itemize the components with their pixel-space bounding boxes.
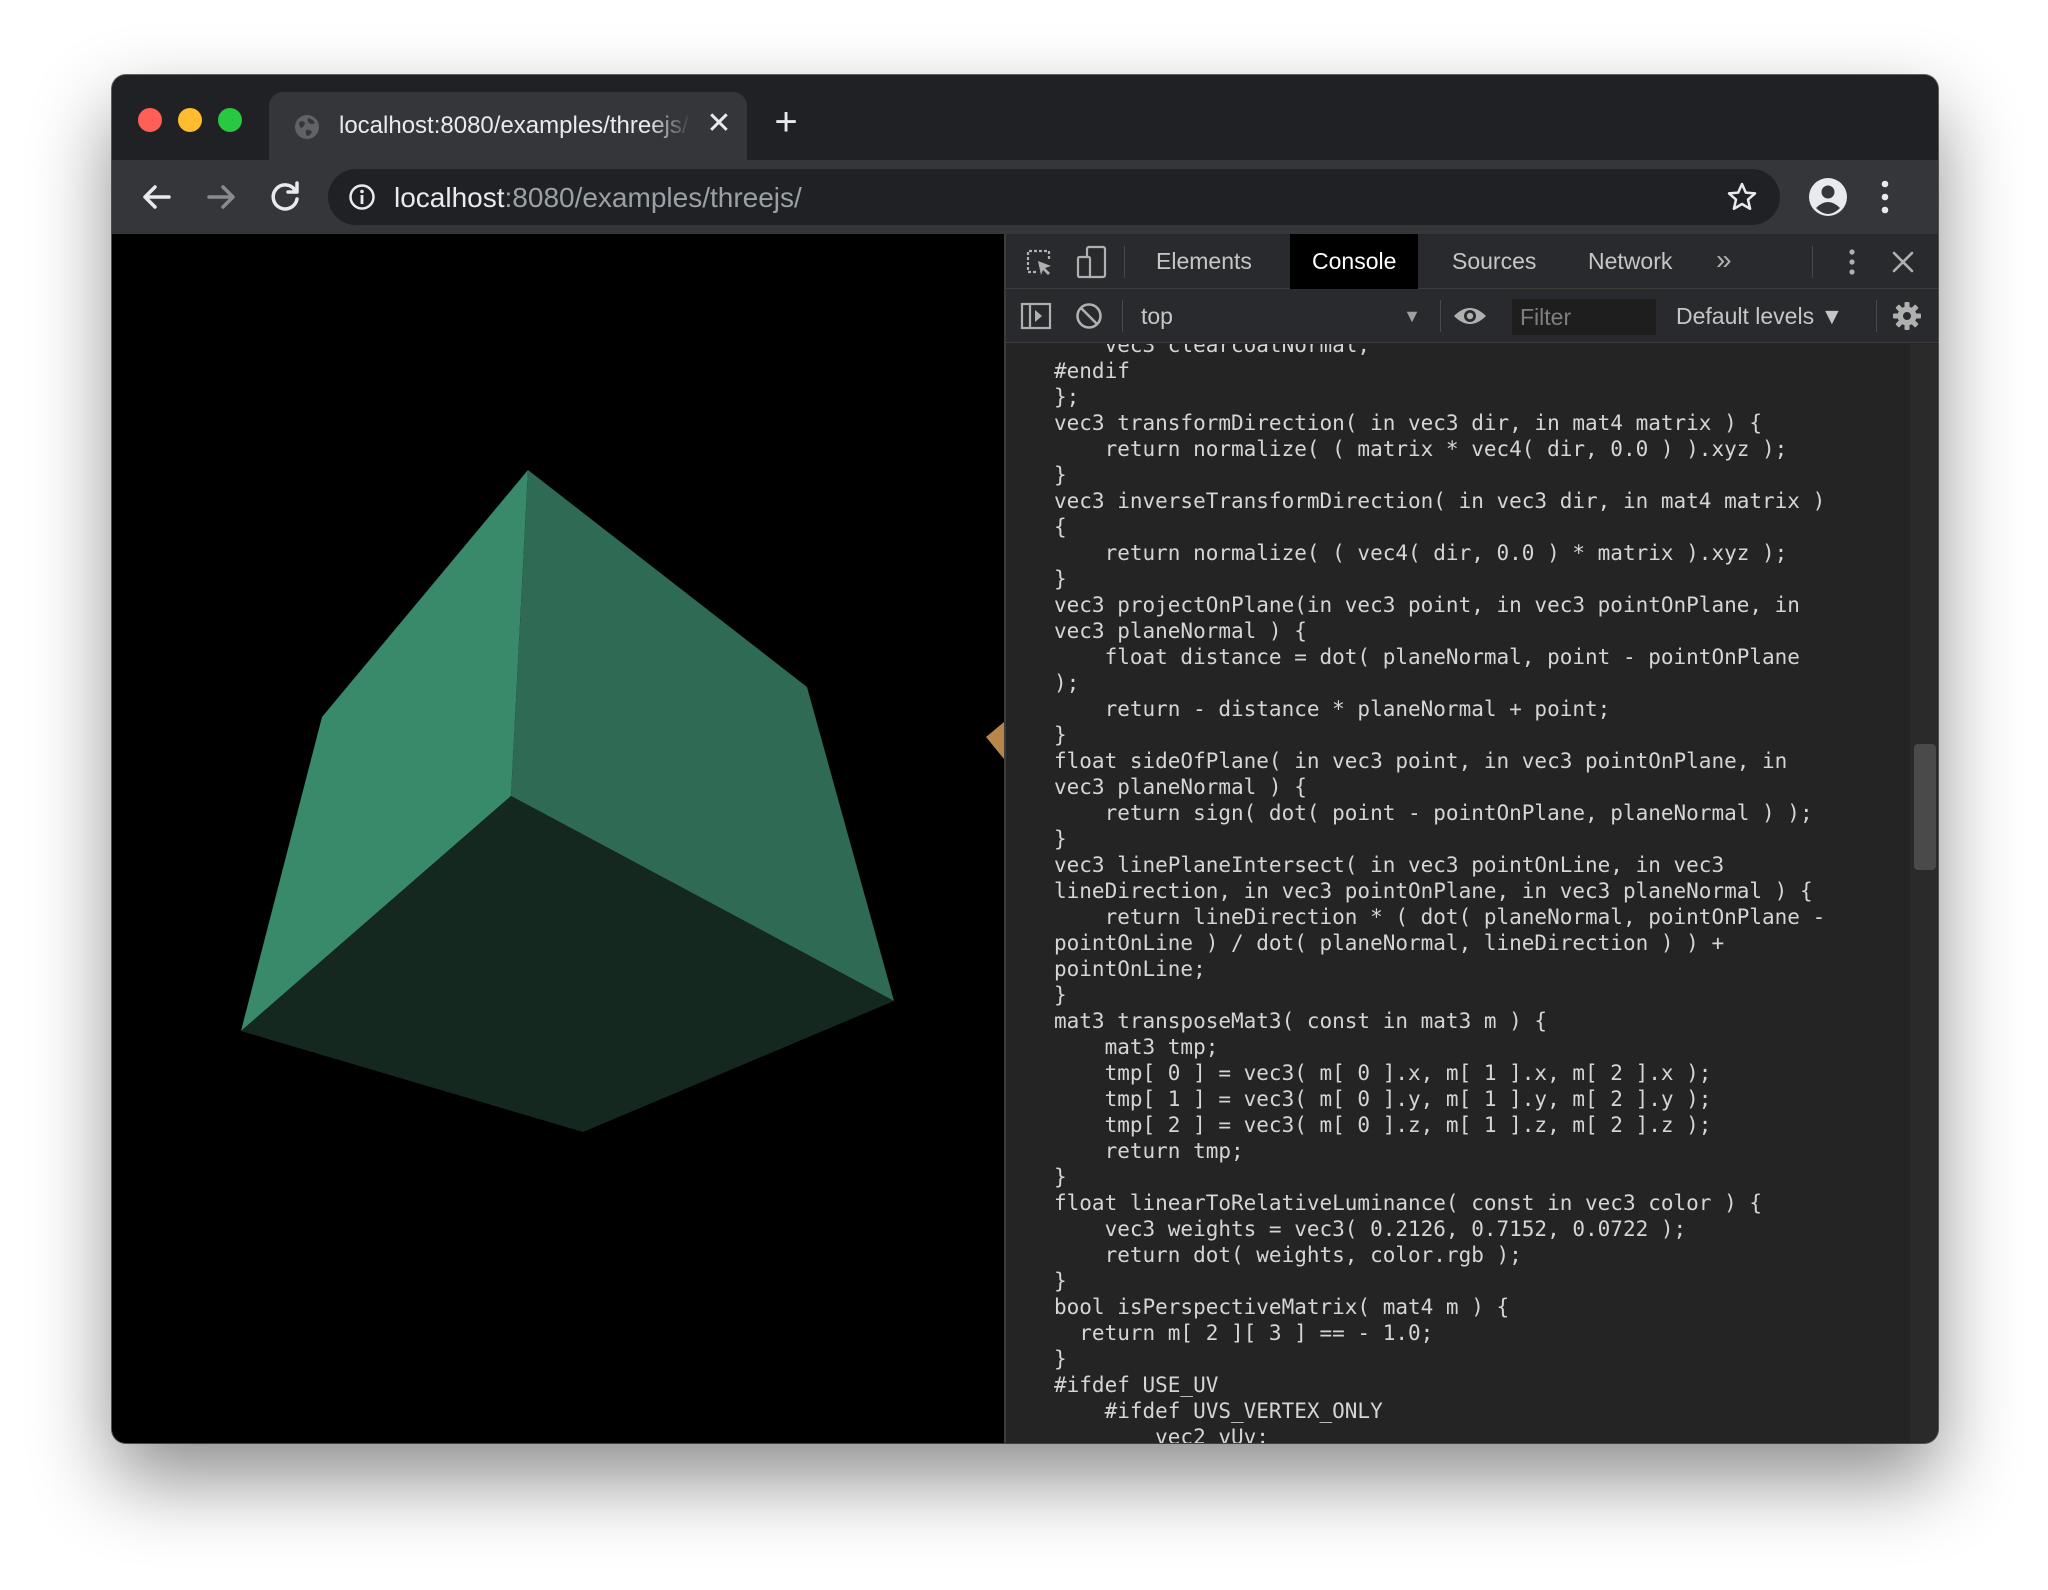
browser-toolbar: localhost:8080/examples/threejs/ [112, 160, 1938, 234]
tab-close-button[interactable]: ✕ [703, 108, 735, 140]
eye-icon[interactable] [1452, 302, 1488, 330]
threejs-scene [241, 470, 1004, 1132]
inspect-element-icon[interactable] [1024, 247, 1054, 277]
tab-sources[interactable]: Sources [1430, 234, 1558, 289]
tab-title: localhost:8080/examples/threejs/ [339, 112, 689, 139]
context-selector[interactable]: top ▼ [1141, 299, 1421, 333]
reload-icon[interactable] [264, 176, 306, 218]
new-tab-button[interactable]: + [768, 102, 804, 142]
forward-arrow-icon[interactable] [200, 176, 242, 218]
window-minimize-button[interactable] [178, 108, 202, 132]
console-message-shader-source: vec3 clearcoatNormal; #endif }; vec3 tra… [1054, 344, 1826, 1443]
context-value: top [1141, 303, 1173, 329]
sidebar-toggle-icon[interactable] [1020, 301, 1052, 331]
tab-network[interactable]: Network [1566, 234, 1694, 289]
devtools-tab-bar: Elements Console Sources Network » [1006, 234, 1938, 289]
url-text[interactable]: localhost:8080/examples/threejs/ [394, 182, 802, 214]
info-icon[interactable] [348, 183, 376, 211]
toolbar-separator [1122, 300, 1123, 332]
close-devtools-icon[interactable] [1890, 249, 1916, 275]
browser-window: localhost:8080/examples/threejs/ ✕ + loc… [112, 75, 1938, 1443]
second-cube-edge [986, 722, 1004, 759]
tab-console[interactable]: Console [1290, 234, 1419, 289]
address-bar[interactable]: localhost:8080/examples/threejs/ [328, 169, 1780, 225]
toolbar-separator [1812, 246, 1813, 278]
toolbar-separator [1876, 300, 1877, 332]
scrollbar-thumb[interactable] [1914, 744, 1936, 870]
webgl-canvas[interactable] [112, 234, 1004, 1443]
console-scrollbar[interactable] [1910, 344, 1938, 1443]
url-host: localhost [394, 182, 505, 213]
more-tabs-button[interactable]: » [1716, 234, 1732, 289]
bookmark-star-icon[interactable] [1726, 181, 1758, 213]
window-close-button[interactable] [138, 108, 162, 132]
devtools-panel: Elements Console Sources Network » top ▼… [1004, 234, 1938, 1443]
console-output[interactable]: vec3 clearcoatNormal; #endif }; vec3 tra… [1006, 344, 1910, 1443]
toolbar-separator [1440, 300, 1441, 332]
console-toolbar: top ▼ Default levels ▼ [1006, 289, 1938, 343]
chevron-down-icon: ▼ [1403, 306, 1421, 326]
kebab-menu-icon[interactable] [1878, 178, 1892, 216]
browser-tab[interactable]: localhost:8080/examples/threejs/ ✕ [269, 92, 747, 160]
devtools-menu-icon[interactable] [1846, 247, 1858, 277]
device-toolbar-icon[interactable] [1076, 245, 1108, 279]
window-maximize-button[interactable] [218, 108, 242, 132]
gear-icon[interactable] [1892, 301, 1922, 331]
log-levels-dropdown[interactable]: Default levels ▼ [1676, 299, 1843, 333]
page-content: Elements Console Sources Network » top ▼… [112, 234, 1938, 1443]
filter-input[interactable] [1512, 299, 1656, 335]
globe-icon [295, 115, 319, 139]
back-arrow-icon[interactable] [136, 176, 178, 218]
url-path: :8080/examples/threejs/ [504, 182, 802, 213]
tab-elements[interactable]: Elements [1134, 234, 1274, 289]
profile-avatar-icon[interactable] [1808, 177, 1848, 217]
toolbar-separator [1124, 246, 1125, 278]
tab-strip: localhost:8080/examples/threejs/ ✕ + [112, 75, 1938, 160]
clear-console-icon[interactable] [1074, 301, 1104, 331]
